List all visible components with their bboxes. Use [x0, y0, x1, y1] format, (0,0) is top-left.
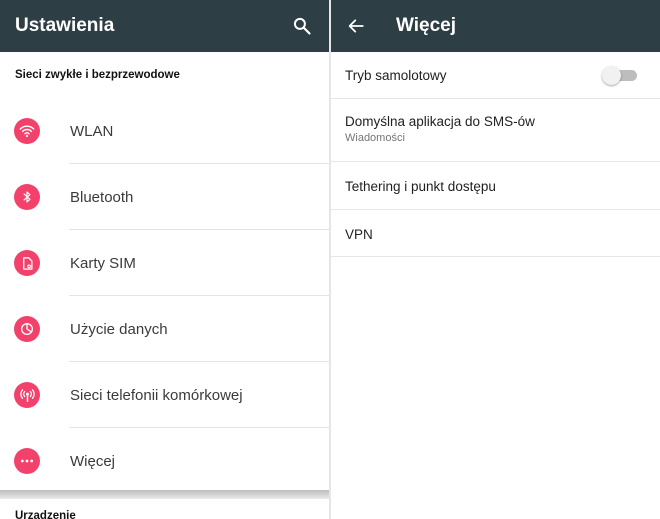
default-sms-app-label: Domyślna aplikacja do SMS-ów — [345, 114, 535, 129]
vpn-label: VPN — [345, 227, 373, 242]
default-sms-app-value: Wiadomości — [345, 132, 405, 144]
bluetooth-icon — [14, 184, 40, 210]
more-icon — [14, 448, 40, 474]
settings-item-more[interactable]: Więcej — [0, 428, 329, 494]
section-header-networks: Sieci zwykłe i bezprzewodowe — [15, 69, 180, 81]
toggle-thumb — [602, 66, 621, 85]
settings-item-data-usage[interactable]: Użycie danych — [0, 296, 329, 362]
data-usage-icon — [14, 316, 40, 342]
more-app-bar: Więcej — [331, 0, 660, 52]
tethering-row[interactable]: Tethering i punkt dostępu — [331, 162, 660, 210]
wifi-icon — [14, 118, 40, 144]
arrow-back-icon — [348, 19, 364, 33]
settings-item-cellular-networks[interactable]: Sieci telefonii komórkowej — [0, 362, 329, 428]
tethering-label: Tethering i punkt dostępu — [345, 179, 496, 194]
settings-item-sim-cards[interactable]: Karty SIM — [0, 230, 329, 296]
airplane-mode-toggle[interactable] — [602, 66, 637, 85]
settings-item-label: Użycie danych — [70, 320, 168, 338]
sim-card-icon — [14, 250, 40, 276]
section-shadow — [0, 490, 329, 499]
settings-item-bluetooth[interactable]: Bluetooth — [0, 164, 329, 230]
vpn-row[interactable]: VPN — [331, 210, 660, 257]
back-button[interactable] — [336, 6, 376, 46]
settings-item-wlan[interactable]: WLAN — [0, 98, 329, 164]
settings-item-label: Karty SIM — [70, 254, 136, 272]
settings-item-label: Więcej — [70, 452, 116, 470]
search-button[interactable] — [282, 6, 322, 46]
more-title: Więcej — [396, 15, 457, 36]
search-icon — [293, 17, 311, 35]
airplane-mode-row[interactable]: Tryb samolotowy — [331, 52, 660, 99]
settings-item-label: Bluetooth — [70, 188, 134, 206]
section-header-device: Urządzenie — [15, 510, 76, 519]
settings-item-label: Sieci telefonii komórkowej — [70, 386, 243, 404]
settings-title: Ustawienia — [15, 15, 115, 36]
settings-app-bar: Ustawienia — [0, 0, 329, 52]
settings-item-label: WLAN — [70, 122, 114, 140]
settings-panel: Ustawienia Sieci zwykłe i bezprzewodowe … — [0, 0, 329, 519]
default-sms-app-row[interactable]: Domyślna aplikacja do SMS-ów Wiadomości — [331, 99, 660, 162]
more-panel: Więcej Tryb samolotowy Domyślna aplikacj… — [331, 0, 660, 519]
cellular-network-icon — [14, 382, 40, 408]
